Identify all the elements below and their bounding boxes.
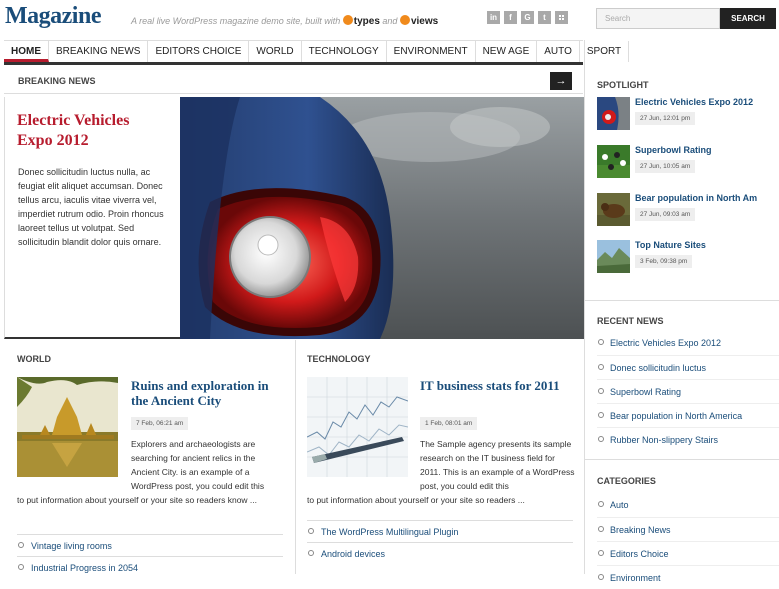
breaking-news-header: BREAKING NEWS →: [4, 72, 583, 94]
list-item[interactable]: Android devices: [307, 542, 573, 564]
rss-icon[interactable]: [555, 11, 568, 24]
types-brand[interactable]: types: [354, 16, 380, 27]
spotlight-heading: SPOTLIGHT: [597, 80, 649, 90]
spotlight-thumbnail[interactable]: [597, 97, 630, 130]
search-input[interactable]: Search: [596, 8, 720, 29]
world-links: Vintage living rooms Industrial Progress…: [17, 534, 283, 578]
site-tagline: A real live WordPress magazine demo site…: [131, 15, 438, 27]
list-item[interactable]: Electric Vehicles Expo 2012: [597, 331, 779, 355]
google-icon[interactable]: G: [521, 11, 534, 24]
list-item[interactable]: Auto: [597, 493, 779, 517]
spotlight-item[interactable]: Top Nature Sites 3 Feb, 09:38 pm: [597, 240, 779, 280]
spotlight-title[interactable]: Superbowl Rating: [635, 145, 712, 155]
next-arrow-icon[interactable]: →: [550, 72, 572, 90]
world-heading: WORLD: [17, 354, 51, 364]
sidebar-separator: [585, 300, 779, 301]
views-logo-icon: [399, 15, 410, 25]
list-item[interactable]: Rubber Non-slippery Stairs: [597, 427, 779, 451]
spotlight-date: 27 Jun, 09:03 am: [635, 208, 696, 221]
spotlight-item[interactable]: Bear population in North Am 27 Jun, 09:0…: [597, 193, 779, 233]
world-thumbnail[interactable]: [17, 377, 118, 477]
technology-links: The WordPress Multilingual Plugin Androi…: [307, 520, 573, 564]
views-brand[interactable]: views: [411, 16, 438, 27]
world-article-date: 7 Feb, 06:21 am: [131, 417, 189, 430]
spotlight-title[interactable]: Top Nature Sites: [635, 240, 706, 250]
categories-list: Auto Breaking News Editors Choice Enviro…: [597, 493, 779, 589]
facebook-icon[interactable]: f: [504, 11, 517, 24]
world-article-excerpt-cont: to put information about yourself or you…: [17, 495, 258, 505]
list-item[interactable]: Donec sollicitudin luctus: [597, 355, 779, 379]
list-item[interactable]: Industrial Progress in 2054: [17, 556, 283, 578]
technology-thumbnail[interactable]: [307, 377, 408, 477]
spotlight-item[interactable]: Electric Vehicles Expo 2012 27 Jun, 12:0…: [597, 97, 779, 137]
categories-heading: CATEGORIES: [597, 476, 656, 486]
featured-title[interactable]: Electric Vehicles Expo 2012: [17, 111, 167, 151]
list-item[interactable]: The WordPress Multilingual Plugin: [307, 520, 573, 542]
site-header: Magazine A real live WordPress magazine …: [0, 0, 779, 40]
world-article-title[interactable]: Ruins and exploration in the Ancient Cit…: [131, 378, 281, 408]
list-item[interactable]: Breaking News: [597, 517, 779, 541]
nav-new-age[interactable]: NEW AGE: [476, 41, 538, 62]
nav-editors-choice[interactable]: EDITORS CHOICE: [148, 41, 250, 62]
tagline-and: and: [382, 16, 398, 26]
list-item[interactable]: Environment: [597, 565, 779, 589]
recent-news-heading: RECENT NEWS: [597, 316, 664, 326]
spotlight-title[interactable]: Bear population in North Am: [635, 193, 757, 203]
technology-article-excerpt-cont: to put information about yourself or you…: [307, 495, 525, 505]
site-logo[interactable]: Magazine: [5, 3, 101, 30]
list-item[interactable]: Vintage living rooms: [17, 534, 283, 556]
nav-technology[interactable]: TECHNOLOGY: [302, 41, 387, 62]
column-divider: [295, 340, 296, 574]
nav-auto[interactable]: AUTO: [537, 41, 580, 62]
main-nav: HOME BREAKING NEWS EDITORS CHOICE WORLD …: [4, 40, 630, 65]
featured-image[interactable]: [180, 97, 584, 339]
recent-news-list: Electric Vehicles Expo 2012 Donec sollic…: [597, 331, 779, 451]
list-item[interactable]: Superbowl Rating: [597, 379, 779, 403]
spotlight-item[interactable]: Superbowl Rating 27 Jun, 10:05 am: [597, 145, 779, 185]
breaking-news-heading: BREAKING NEWS: [18, 76, 96, 86]
list-item[interactable]: Bear population in North America: [597, 403, 779, 427]
technology-article-excerpt: The Sample agency presents its sample re…: [420, 439, 575, 491]
search-button[interactable]: SEARCH: [720, 8, 776, 29]
linkedin-icon[interactable]: in: [487, 11, 500, 24]
tagline-text: A real live WordPress magazine demo site…: [131, 16, 341, 26]
sidebar-separator: [585, 459, 779, 460]
featured-excerpt: Donec sollicitudin luctus nulla, ac feug…: [18, 167, 164, 247]
nav-breaking-news[interactable]: BREAKING NEWS: [49, 41, 149, 62]
technology-article-title[interactable]: IT business stats for 2011: [420, 378, 570, 393]
nav-environment[interactable]: ENVIRONMENT: [387, 41, 476, 62]
spotlight-thumbnail[interactable]: [597, 240, 630, 273]
types-logo-icon: [342, 15, 353, 25]
social-links: in f G t: [487, 11, 568, 24]
spotlight-date: 27 Jun, 12:01 pm: [635, 112, 696, 125]
technology-heading: TECHNOLOGY: [307, 354, 371, 364]
twitter-icon[interactable]: t: [538, 11, 551, 24]
technology-article-date: 1 Feb, 08:01 am: [420, 417, 478, 430]
spotlight-date: 3 Feb, 09:38 pm: [635, 255, 693, 268]
featured-article: Electric Vehicles Expo 2012 Donec sollic…: [4, 97, 584, 339]
spotlight-thumbnail[interactable]: [597, 145, 630, 178]
world-article-excerpt: Explorers and archaeologists are searchi…: [131, 439, 265, 491]
spotlight-date: 27 Jun, 10:05 am: [635, 160, 696, 173]
sidebar-divider: [584, 40, 585, 574]
spotlight-title[interactable]: Electric Vehicles Expo 2012: [635, 97, 753, 107]
list-item[interactable]: Editors Choice: [597, 541, 779, 565]
nav-world[interactable]: WORLD: [249, 41, 302, 62]
spotlight-thumbnail[interactable]: [597, 193, 630, 226]
nav-home[interactable]: HOME: [4, 41, 49, 62]
nav-sport[interactable]: SPORT: [580, 41, 630, 62]
